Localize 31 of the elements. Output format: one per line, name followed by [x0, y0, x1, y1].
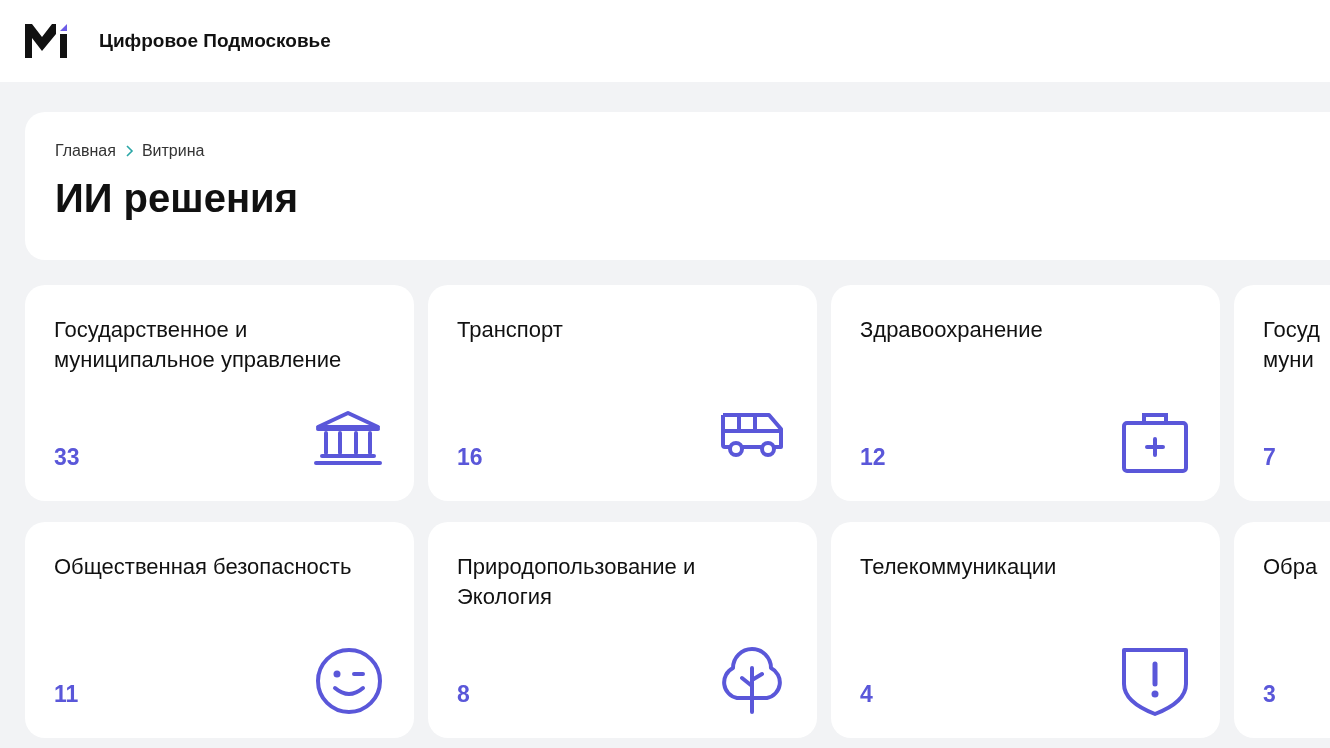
solution-count: 8 [457, 681, 470, 708]
solution-count: 11 [54, 681, 79, 708]
category-title: Государственное и муниципальное управление [54, 316, 343, 374]
category-card[interactable]: Здравоохранение 12 [831, 285, 1220, 501]
category-title: Транспорт [457, 316, 564, 344]
solution-count: 33 [54, 444, 80, 471]
category-card[interactable]: Телекоммуникации 4 [831, 522, 1220, 738]
solution-count: 4 [860, 681, 873, 708]
category-title: Телекоммуникации [860, 553, 1058, 581]
shield-icon [1120, 646, 1190, 716]
solution-count: 7 [1263, 444, 1276, 471]
category-card[interactable]: Госуд муни 7 [1234, 285, 1330, 501]
breadcrumb-link[interactable]: Главная [55, 142, 116, 160]
solution-count: 16 [457, 444, 483, 471]
category-title: Здравоохранение [860, 316, 1044, 344]
category-title: Общественная безопасность [54, 553, 353, 581]
category-title: Обра [1263, 553, 1319, 581]
category-card[interactable]: Природопользование и Экология 8 [428, 522, 817, 738]
category-card[interactable]: Обра 3 [1234, 522, 1330, 738]
category-title: Природопользование и Экология [457, 553, 697, 611]
solution-count: 3 [1263, 681, 1276, 708]
breadcrumb-link[interactable]: Витрина [141, 142, 205, 160]
winking-face-icon [314, 646, 384, 716]
chevron-icon [123, 144, 134, 158]
category-card[interactable]: Государственное и муниципальное управление 33 [25, 285, 414, 501]
category-card[interactable]: Общественная безопасность 11 [25, 522, 414, 738]
category-title: Госуд муни [1263, 316, 1321, 374]
page-title: ИИ решения [55, 176, 299, 221]
solution-count: 12 [860, 444, 886, 471]
site-title[interactable]: Цифровое Подмосковье [99, 30, 331, 52]
category-card[interactable]: Транспорт 16 [428, 285, 817, 501]
